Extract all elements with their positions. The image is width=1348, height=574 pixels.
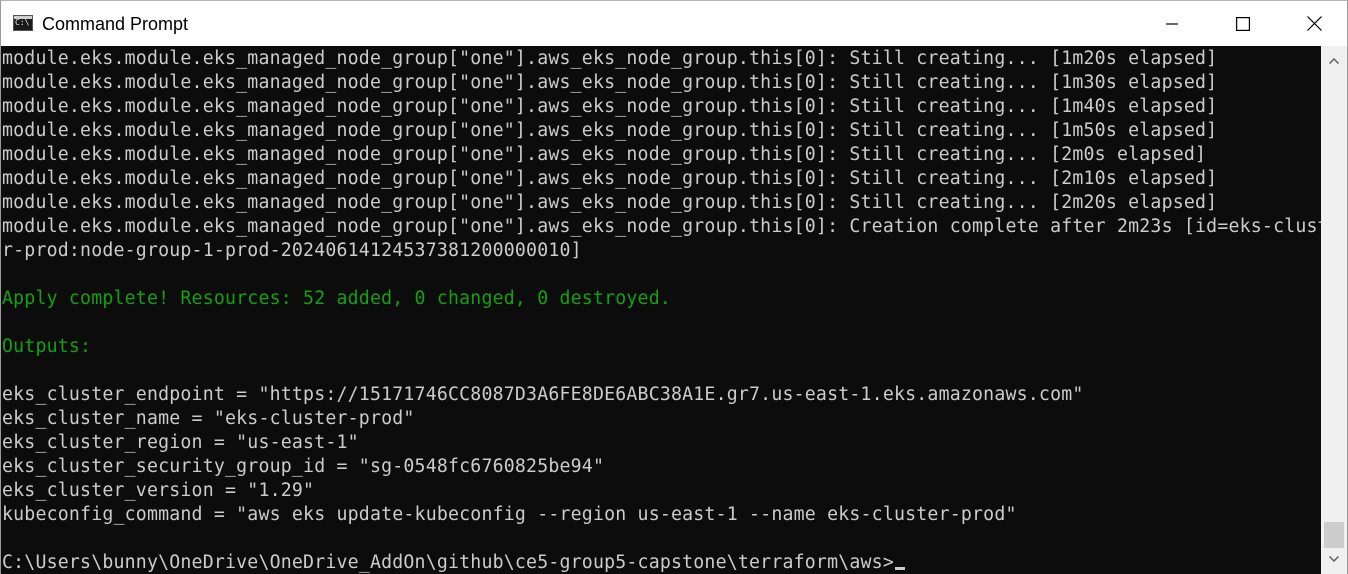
- scroll-down-button[interactable]: [1321, 546, 1347, 572]
- cmd-icon[interactable]: C:\: [13, 15, 33, 31]
- vertical-scrollbar[interactable]: [1321, 46, 1347, 574]
- command-prompt-line: C:\Users\bunny\OneDrive\OneDrive_AddOn\g…: [2, 551, 905, 574]
- title-bar[interactable]: C:\ Command Prompt: [1, 1, 1347, 46]
- scroll-up-button[interactable]: [1321, 48, 1347, 74]
- console-line: Outputs:: [2, 336, 92, 357]
- console-line: module.eks.module.eks_managed_node_group…: [2, 168, 1218, 189]
- scroll-down-arrow-icon: [1329, 556, 1339, 562]
- console-line: module.eks.module.eks_managed_node_group…: [2, 48, 1218, 69]
- window-title: Command Prompt: [42, 14, 189, 34]
- console-line: eks_cluster_version = "1.29": [2, 480, 315, 501]
- console-line: module.eks.module.eks_managed_node_group…: [2, 192, 1218, 213]
- console-line: eks_cluster_region = "us-east-1": [2, 432, 359, 453]
- console-line: Apply complete! Resources: 52 added, 0 c…: [2, 288, 671, 309]
- scroll-up-arrow-icon: [1329, 58, 1339, 64]
- console-line: eks_cluster_endpoint = "https://15171746…: [2, 384, 1084, 405]
- console-line: kubeconfig_command = "aws eks update-kub…: [2, 504, 1017, 525]
- scrollbar-thumb[interactable]: [1324, 522, 1344, 548]
- close-button[interactable]: [1291, 1, 1337, 46]
- console-line: module.eks.module.eks_managed_node_group…: [2, 120, 1218, 141]
- console-line: module.eks.module.eks_managed_node_group…: [2, 72, 1218, 93]
- console-line: eks_cluster_name = "eks-cluster-prod": [2, 408, 415, 429]
- minimize-button[interactable]: [1149, 1, 1195, 46]
- console-line: module.eks.module.eks_managed_node_group…: [2, 216, 1321, 237]
- command-prompt-window: C:\ Command Prompt module.eks.module.eks…: [0, 0, 1348, 574]
- console-line: r-prod:node-group-1-prod-202406141245373…: [2, 240, 582, 261]
- console-output[interactable]: module.eks.module.eks_managed_node_group…: [1, 46, 1321, 574]
- minimize-icon: [1166, 22, 1178, 25]
- cmd-icon-text: C:\: [15, 18, 30, 27]
- console-line: eks_cluster_security_group_id = "sg-0548…: [2, 456, 605, 477]
- close-icon: [1306, 16, 1322, 31]
- maximize-button[interactable]: [1220, 1, 1266, 46]
- console-line: module.eks.module.eks_managed_node_group…: [2, 144, 1207, 165]
- maximize-icon: [1236, 16, 1250, 31]
- console-line: module.eks.module.eks_managed_node_group…: [2, 96, 1218, 117]
- text-cursor: [894, 567, 905, 570]
